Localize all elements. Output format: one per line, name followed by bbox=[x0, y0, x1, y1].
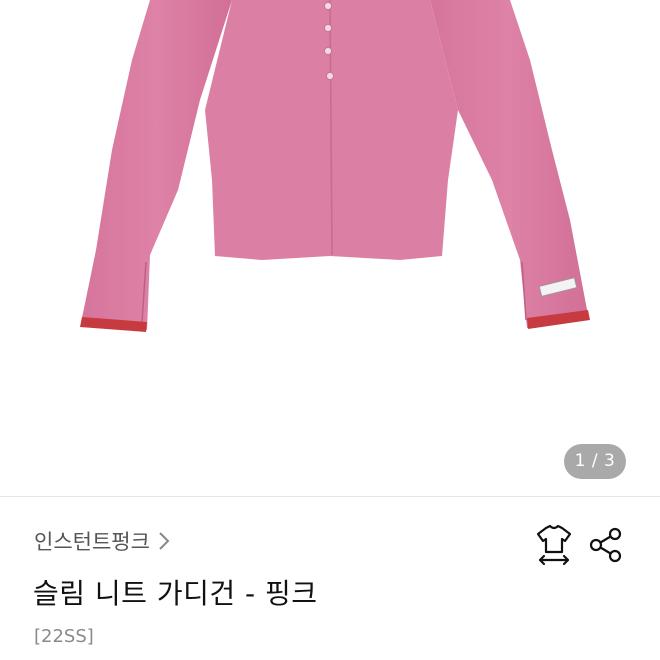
brand-name: 인스턴트펑크 bbox=[34, 530, 150, 554]
image-page-indicator: 1 / 3 bbox=[564, 444, 626, 479]
chevron-right-icon bbox=[158, 531, 170, 551]
size-guide-button[interactable] bbox=[534, 524, 574, 566]
shirt-size-icon bbox=[536, 524, 572, 566]
product-image-gallery[interactable]: 1 / 3 bbox=[0, 0, 660, 496]
brand-link[interactable]: 인스턴트펑크 bbox=[34, 526, 170, 556]
product-title: 슬림 니트 가디건 - 핑크 bbox=[33, 577, 318, 610]
product-image bbox=[80, 0, 590, 332]
share-button[interactable] bbox=[588, 527, 624, 563]
share-icon bbox=[589, 527, 622, 563]
product-season: [22SS] bbox=[34, 626, 94, 647]
divider bbox=[0, 496, 660, 497]
